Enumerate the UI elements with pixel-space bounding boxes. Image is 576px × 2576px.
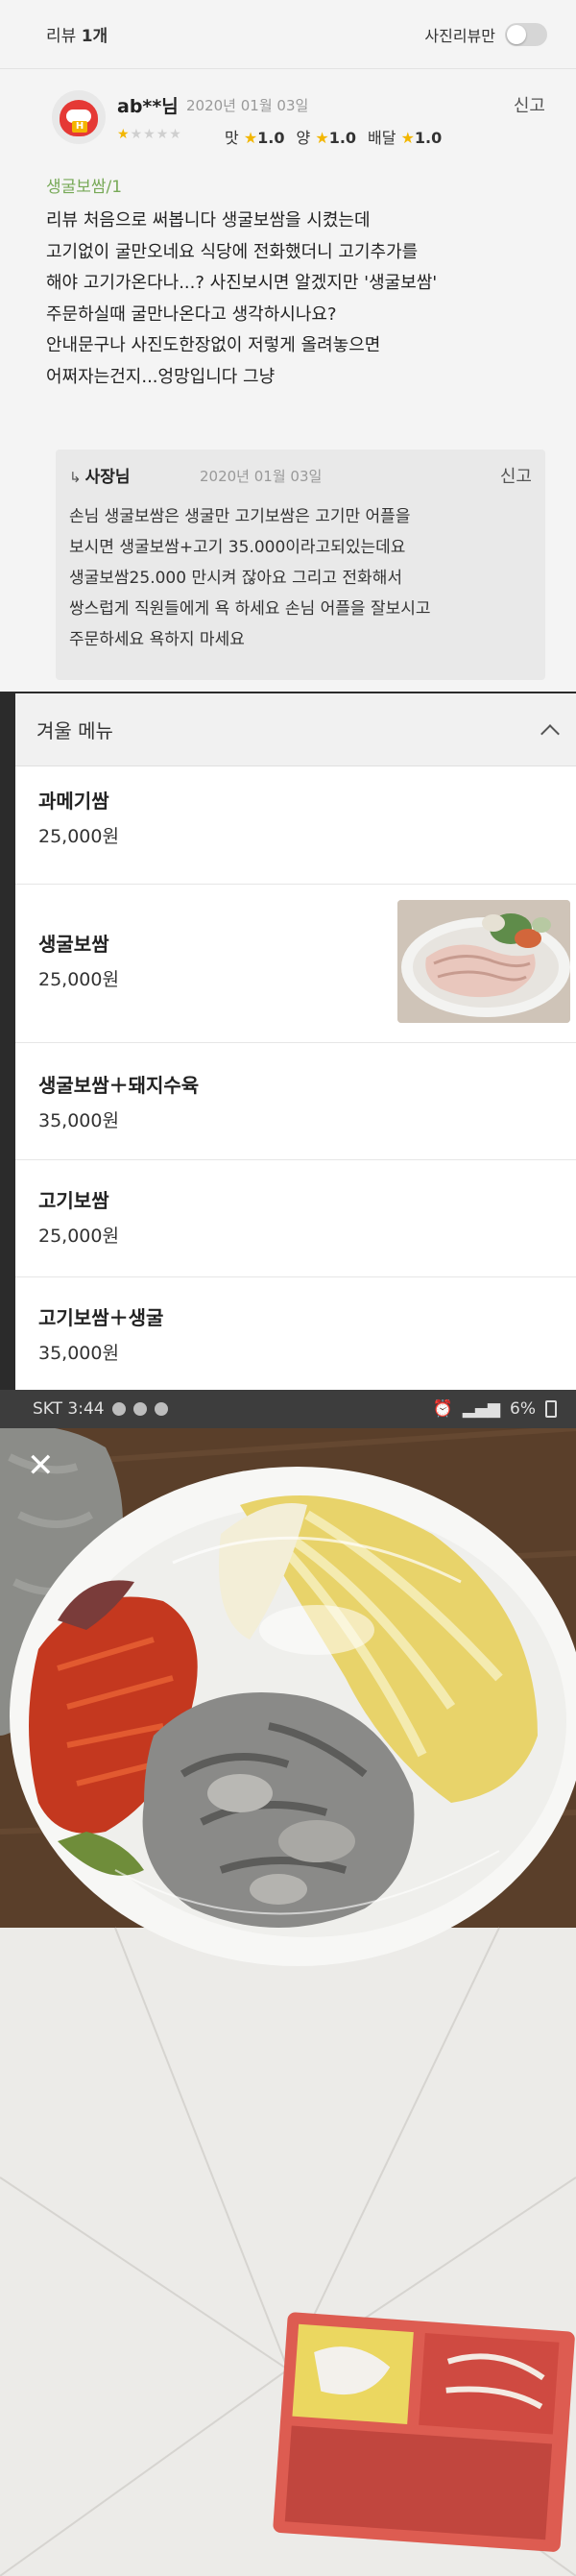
status-right: ⏰ ▂▄▆ 6% xyxy=(433,1399,557,1419)
review-date: 2020년 01월 03일 xyxy=(186,97,309,114)
review-author: ab**님 xyxy=(117,96,179,117)
battery-level: 6% xyxy=(510,1399,536,1419)
reply-line: 보시면 생굴보쌈+고기 35.000이라고되있는데요 xyxy=(69,538,406,557)
review-line: 해야 고기가온다나...? 사진보시면 알겠지만 '생굴보쌈' xyxy=(46,273,438,293)
star-icon: ★ xyxy=(117,127,131,142)
score-taste: 맛 ★1.0 xyxy=(225,125,285,148)
menu-item[interactable]: 생굴보쌈 25,000원 xyxy=(15,885,576,1043)
reply-line: 생굴보쌈25.000 만시켜 잖아요 그리고 전화해서 xyxy=(69,569,402,588)
menu-item[interactable]: 고기보쌈＋생굴 35,000원 xyxy=(15,1277,576,1390)
photo-review-toggle[interactable] xyxy=(505,22,547,46)
menu-item-price: 35,000원 xyxy=(38,1110,119,1131)
score-value: 1.0 xyxy=(257,129,285,147)
owner-reply-header: ↳ 사장님 xyxy=(69,463,131,487)
review-section: 리뷰 1개 사진리뷰만 H ab**님 2020년 01월 03일 신고 ★★★… xyxy=(0,0,576,692)
star-icon: ★ xyxy=(143,127,156,142)
reply-line: 주문하세요 욕하지 마세요 xyxy=(69,630,245,649)
signal-icon: ▂▄▆ xyxy=(462,1399,501,1419)
menu-item[interactable]: 과메기쌈 25,000원 xyxy=(15,766,576,885)
menu-item-name: 생굴보쌈 xyxy=(38,933,109,956)
owner-name: 사장님 xyxy=(84,468,131,487)
review-star-rating: ★★★★★ xyxy=(117,127,182,142)
menu-item-name: 고기보쌈 xyxy=(38,1189,109,1212)
menu-item-price: 25,000원 xyxy=(38,1226,119,1247)
menu-item[interactable]: 고기보쌈 25,000원 xyxy=(15,1160,576,1277)
chevron-up-icon[interactable] xyxy=(540,723,560,743)
star-icon: ★ xyxy=(169,127,182,142)
carrier-time: SKT 3:44 xyxy=(33,1399,105,1419)
owner-reply-date: 2020년 01월 03일 xyxy=(200,468,323,485)
avatar: H xyxy=(52,90,106,144)
review-body: 리뷰 처음으로 써봅니다 생굴보쌈을 시켰는데 고기없이 굴만오네요 식당에 전… xyxy=(46,206,545,393)
battery-icon xyxy=(545,1400,557,1418)
review-line: 주문하실때 굴만나온다고 생각하시나요? xyxy=(46,304,337,325)
photo-viewer: SKT 3:44 ⏰ ▂▄▆ 6% ✕ xyxy=(0,1390,576,2576)
winter-menu-title: 겨울 메뉴 xyxy=(36,719,113,742)
review-line: 안내문구나 사진도한장없이 저렇게 올려놓으면 xyxy=(46,335,381,355)
menu-item-price: 25,000원 xyxy=(38,969,119,990)
review-line: 리뷰 처음으로 써봅니다 생굴보쌈을 시켰는데 xyxy=(46,210,371,231)
photo-review-filter[interactable]: 사진리뷰만 xyxy=(424,22,547,46)
mascot-icon: H xyxy=(60,100,98,136)
score-label: 맛 xyxy=(225,129,239,147)
notification-icon xyxy=(132,1402,147,1416)
food-photo xyxy=(0,1390,576,2576)
review-report-button[interactable]: 신고 xyxy=(514,92,545,117)
review-list-header: 리뷰 1개 사진리뷰만 xyxy=(0,0,576,69)
menu-item-name: 생굴보쌈＋돼지수육 xyxy=(38,1074,200,1097)
menu-item-price: 25,000원 xyxy=(38,826,119,847)
star-icon: ★ xyxy=(130,127,144,142)
review-meta: H ab**님 2020년 01월 03일 신고 ★★★★★ 맛 ★1.0 양 … xyxy=(46,86,555,163)
review-ordered-menu: 생굴보쌈/1 xyxy=(46,178,123,197)
owner-reply-report-button[interactable]: 신고 xyxy=(500,463,532,488)
reply-arrow-icon: ↳ xyxy=(69,469,82,486)
reply-line: 쌍스럽게 직원들에게 욕 하세요 손님 어플을 잘보시고 xyxy=(69,599,431,619)
star-icon: ★ xyxy=(400,129,415,147)
review-score-breakdown: 맛 ★1.0 양 ★1.0 배달 ★1.0 xyxy=(225,125,442,148)
notification-icon xyxy=(154,1402,168,1416)
photo-review-filter-label: 사진리뷰만 xyxy=(424,26,495,45)
score-value: 1.0 xyxy=(414,129,443,147)
reply-line: 손님 생굴보쌈은 생굴만 고기보쌈은 고기만 어플을 xyxy=(69,507,411,526)
winter-menu-header[interactable]: 겨울 메뉴 xyxy=(15,693,576,766)
star-icon: ★ xyxy=(156,127,170,142)
review-count-label: 리뷰 xyxy=(46,27,82,46)
score-delivery: 배달 ★1.0 xyxy=(368,125,442,148)
menu-item-photo xyxy=(397,900,570,1023)
status-bar: SKT 3:44 ⏰ ▂▄▆ 6% xyxy=(0,1390,576,1428)
status-left: SKT 3:44 xyxy=(33,1399,168,1419)
menu-item-name: 고기보쌈＋생굴 xyxy=(38,1306,164,1329)
menu-item[interactable]: 생굴보쌈＋돼지수육 35,000원 xyxy=(15,1043,576,1160)
review-line: 어쩌자는건지...엉망입니다 그냥 xyxy=(46,366,276,387)
owner-reply: ↳ 사장님 2020년 01월 03일 신고 손님 생굴보쌈은 생굴만 고기보쌈은… xyxy=(56,450,545,680)
review-line: 고기없이 굴만오네요 식당에 전화했더니 고기추가를 xyxy=(46,241,419,262)
menu-item-price: 35,000원 xyxy=(38,1343,119,1364)
menu-item-name: 과메기쌈 xyxy=(38,790,109,813)
star-icon: ★ xyxy=(243,129,258,147)
winter-menu-section: 겨울 메뉴 과메기쌈 25,000원 생굴보쌈 25,000원 생굴보쌈＋돼지수 xyxy=(15,693,576,1390)
owner-reply-body: 손님 생굴보쌈은 생굴만 고기보쌈은 고기만 어플을 보시면 생굴보쌈+고기 3… xyxy=(69,501,540,655)
score-value: 1.0 xyxy=(328,129,357,147)
notification-icon xyxy=(111,1402,126,1416)
star-icon: ★ xyxy=(315,129,329,147)
score-label: 양 xyxy=(296,129,311,147)
review-count-value: 1개 xyxy=(81,27,108,46)
review-count: 리뷰 1개 xyxy=(46,22,108,46)
alarm-icon: ⏰ xyxy=(432,1399,453,1419)
close-icon[interactable]: ✕ xyxy=(27,1449,55,1482)
score-quantity: 양 ★1.0 xyxy=(297,125,357,148)
score-label: 배달 xyxy=(368,129,396,147)
